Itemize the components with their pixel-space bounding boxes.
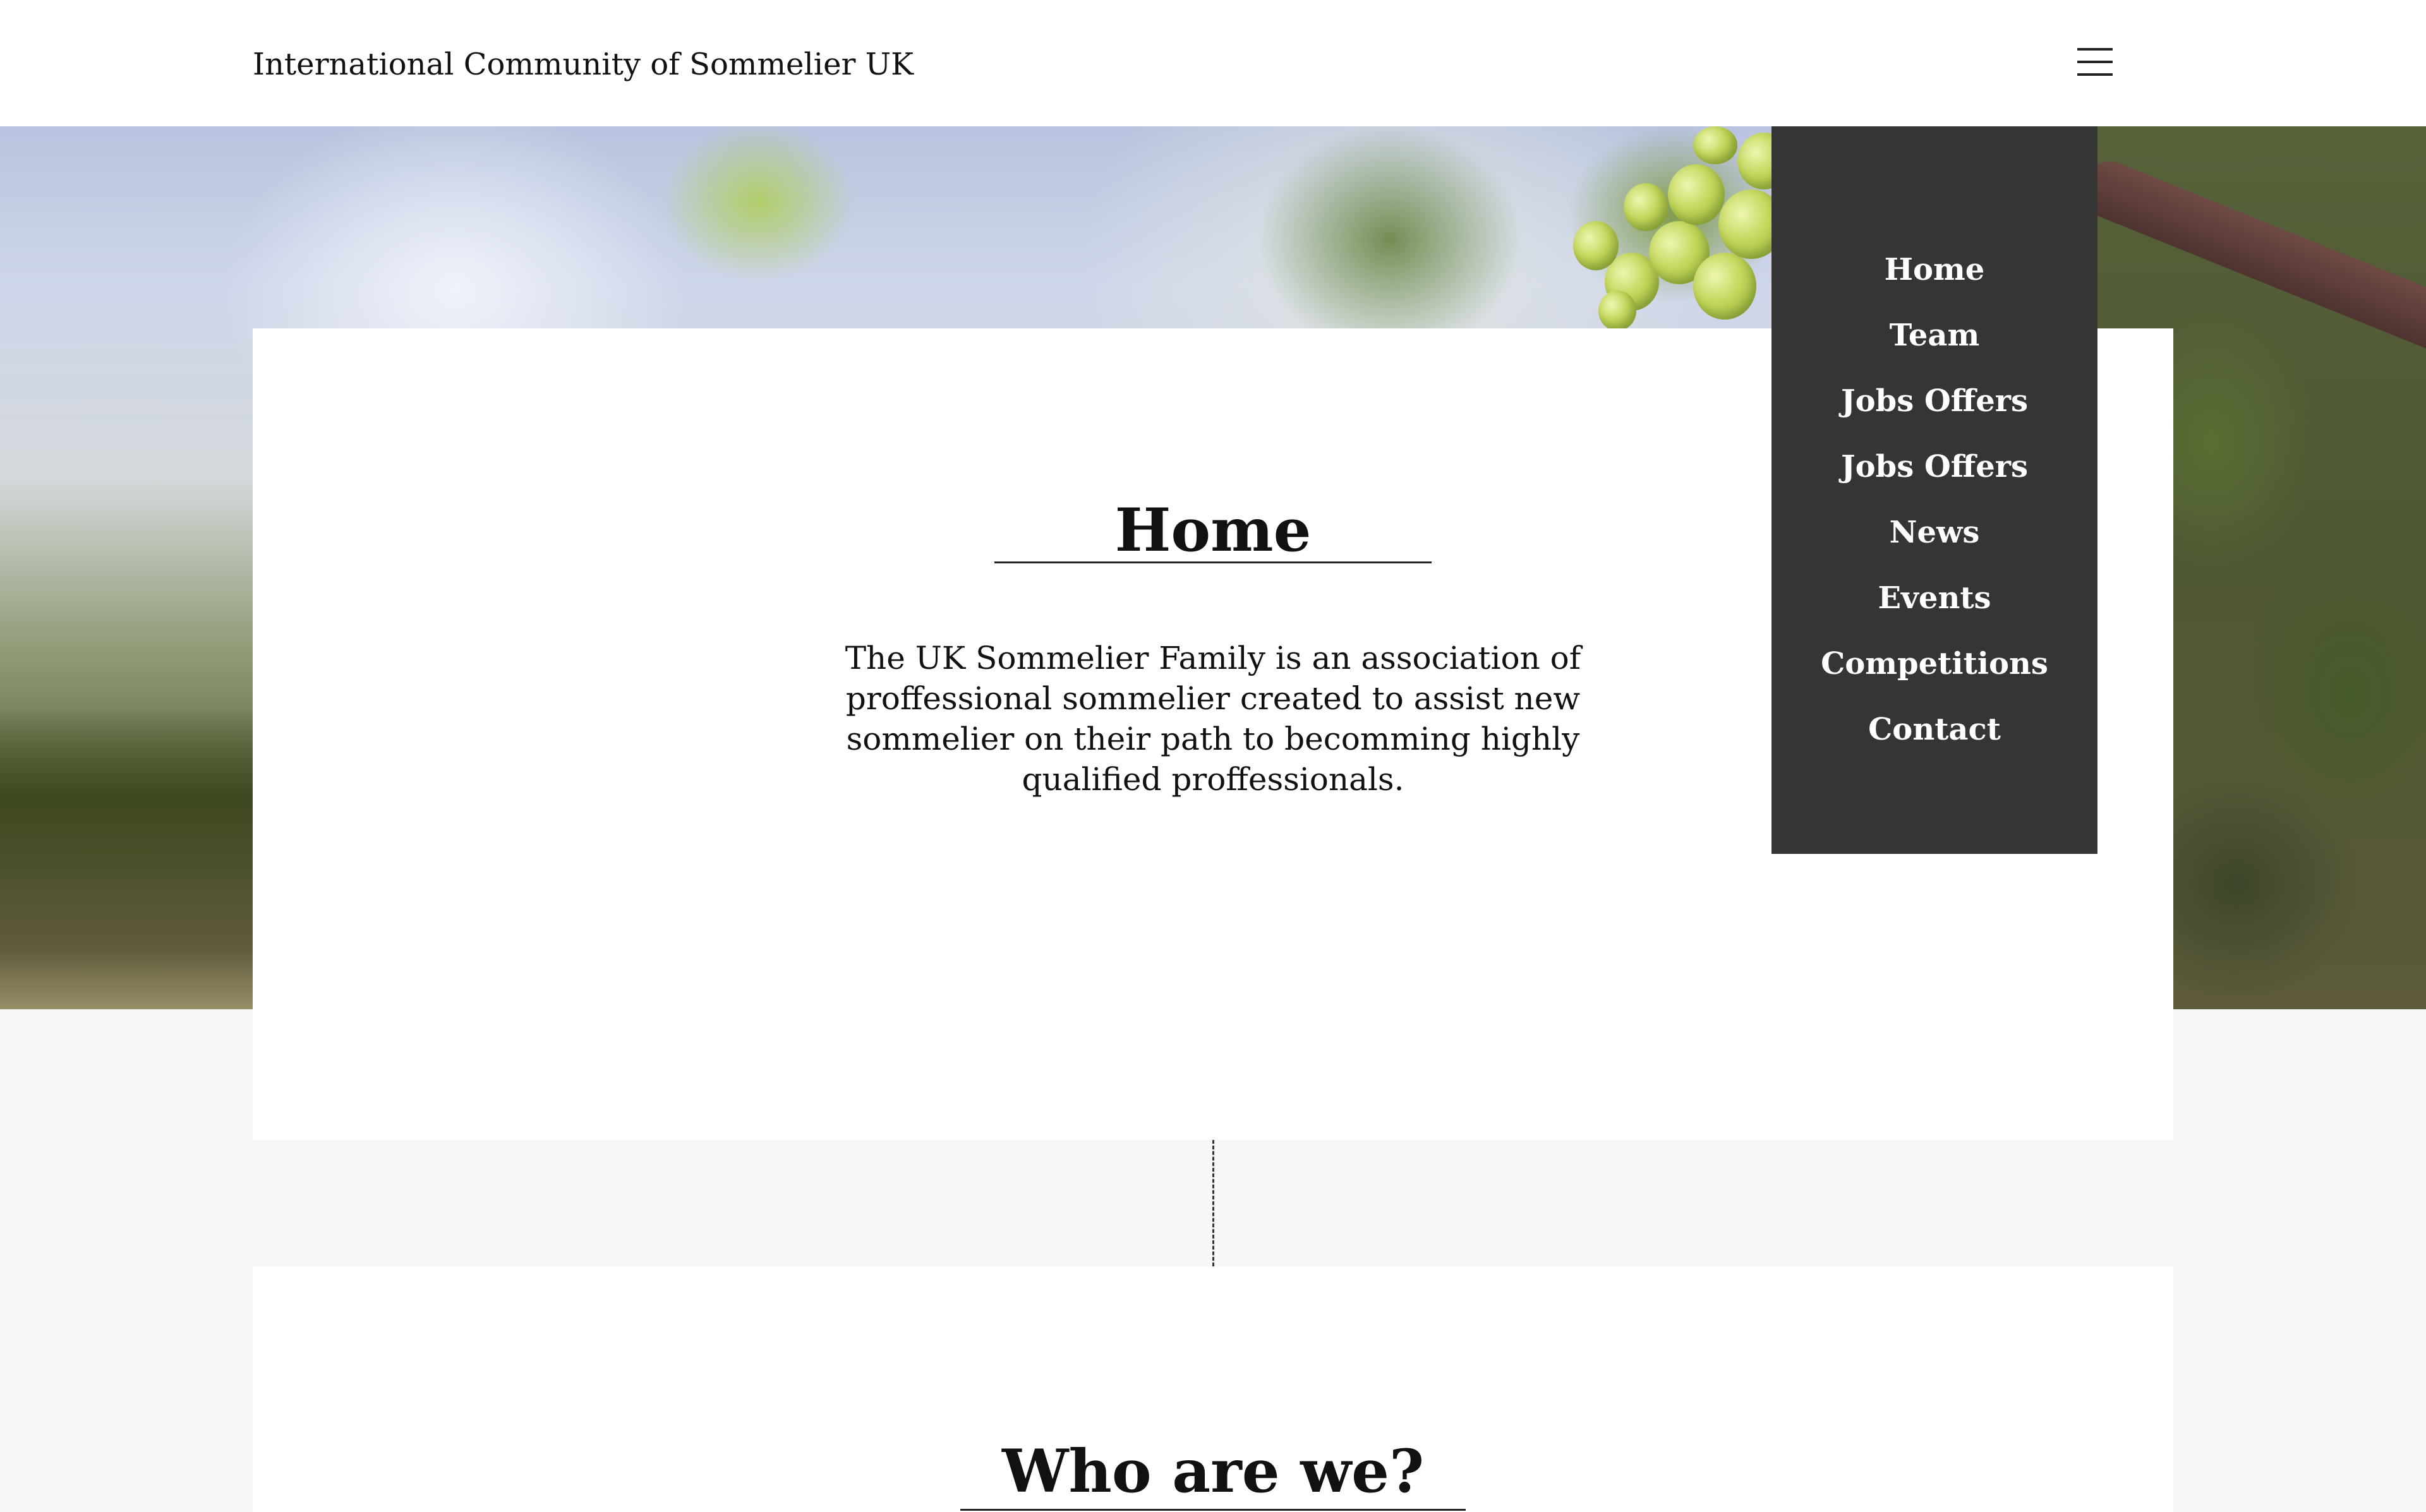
section-divider [1212,1140,1214,1266]
hamburger-menu-icon[interactable] [2077,45,2113,78]
home-heading: Home [1114,496,1312,565]
grape [1668,164,1725,225]
nav-list: Home Team Jobs Offers Jobs Offers News E… [1771,237,2097,762]
site-title[interactable]: International Community of Sommelier UK [253,45,914,83]
grape [1693,253,1756,320]
dropdown-nav-menu: Home Team Jobs Offers Jobs Offers News E… [1771,126,2097,854]
hero-ground [0,707,265,1009]
menu-bar-line [2077,73,2113,76]
nav-item-jobs-offers-2[interactable]: Jobs Offers [1771,434,2097,500]
nav-item-competitions[interactable]: Competitions [1771,631,2097,697]
nav-item-jobs-offers[interactable]: Jobs Offers [1771,368,2097,434]
top-header: International Community of Sommelier UK [0,0,2426,126]
heading-underline [994,561,1432,563]
who-are-we-section: Who are we? [253,1266,2173,1512]
grape [1693,126,1737,164]
who-are-we-heading: Who are we? [1001,1437,1425,1506]
menu-bar-line [2077,48,2113,51]
menu-bar-line [2077,61,2113,63]
home-intro-text: The UK Sommelier Family is an associatio… [845,640,1581,798]
grape [1598,291,1636,331]
nav-item-home[interactable]: Home [1771,237,2097,303]
grape-cluster-image [1529,126,1794,335]
heading-underline [960,1509,1466,1511]
nav-item-events[interactable]: Events [1771,565,2097,631]
nav-item-team[interactable]: Team [1771,303,2097,368]
grape [1573,221,1619,270]
nav-item-contact[interactable]: Contact [1771,697,2097,762]
grape [1624,183,1668,231]
nav-item-news[interactable]: News [1771,500,2097,565]
